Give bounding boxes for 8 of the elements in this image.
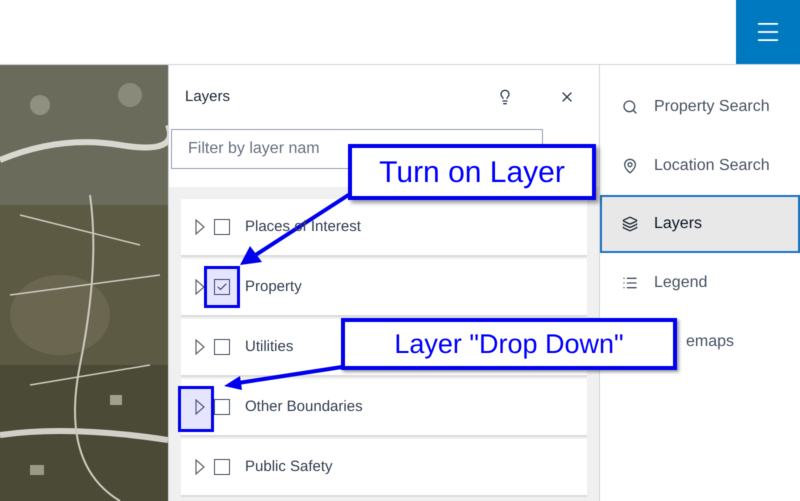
callout-tooltip: Turn on Layer: [348, 144, 596, 200]
layer-name: Public Safety: [245, 456, 333, 477]
layer-name: Utilities: [245, 336, 294, 357]
callout-tooltip: Layer "Drop Down": [341, 318, 677, 370]
layer-name: Places of Interest: [245, 216, 361, 237]
panel-title: Layers: [185, 86, 232, 107]
layer-name: Property: [245, 276, 302, 297]
layer-name: Other Boundaries: [245, 396, 363, 417]
